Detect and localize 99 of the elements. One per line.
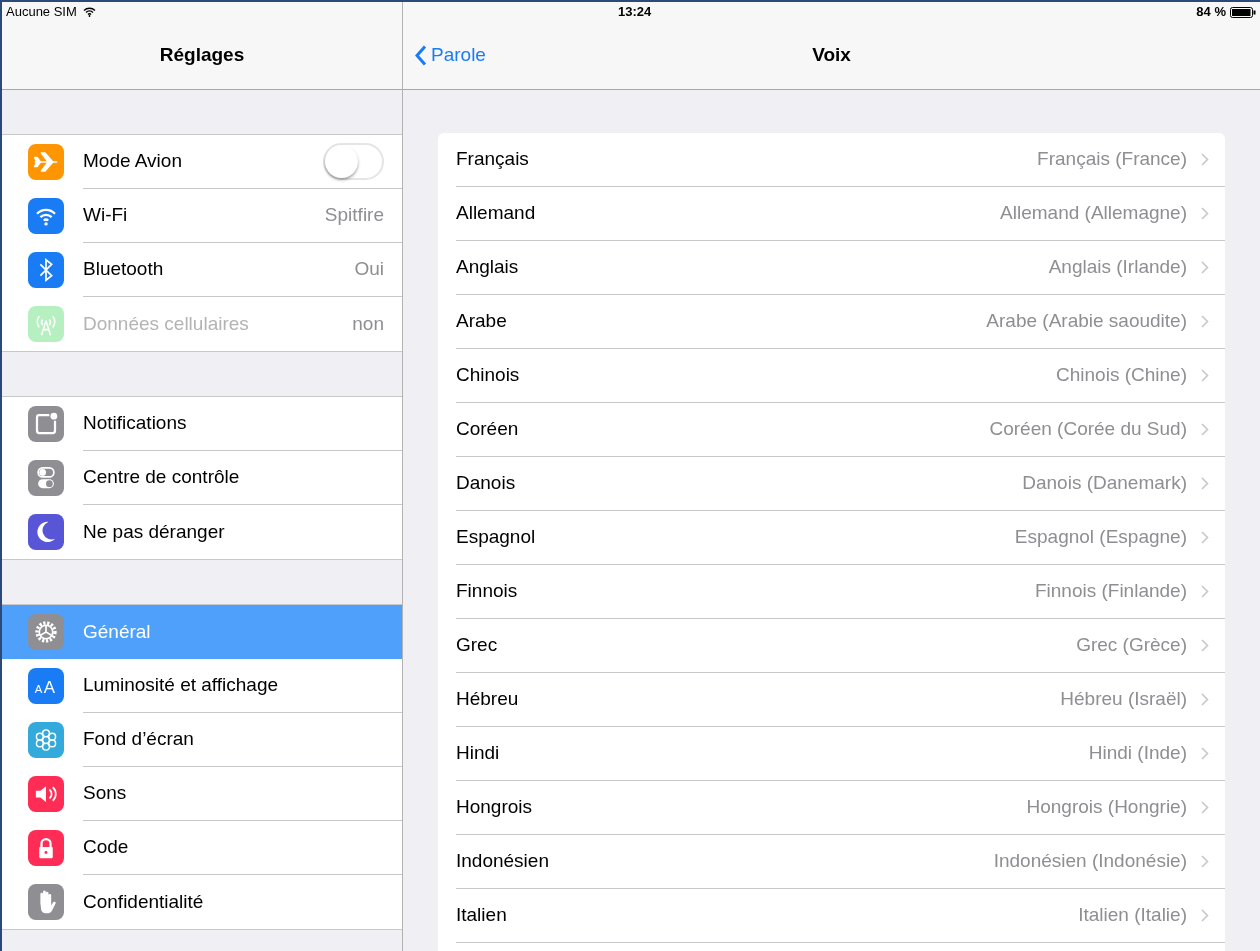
language-label: Coréen bbox=[456, 417, 520, 442]
item-label: Confidentialité bbox=[83, 889, 205, 914]
carrier-label: Aucune SIM bbox=[6, 3, 77, 22]
chevron-left-icon bbox=[415, 45, 427, 66]
voice-row[interactable]: Finnois Finnois (Finlande) bbox=[456, 565, 1225, 619]
chevron-right-icon bbox=[1201, 693, 1209, 706]
language-label: Espagnol bbox=[456, 525, 537, 550]
language-label: Chinois bbox=[456, 363, 521, 388]
language-label: Hongrois bbox=[456, 795, 534, 820]
chevron-right-icon bbox=[1201, 369, 1209, 382]
voice-row[interactable]: Hindi Hindi (Inde) bbox=[456, 727, 1225, 781]
item-label: Wi-Fi bbox=[83, 203, 129, 228]
moon-icon bbox=[28, 514, 64, 550]
item-value: non bbox=[352, 311, 384, 336]
voice-row[interactable]: Hongrois Hongrois (Hongrie) bbox=[456, 781, 1225, 835]
battery-icon bbox=[1230, 6, 1256, 18]
voice-value: Allemand (Allemagne) bbox=[1000, 201, 1187, 226]
voice-row[interactable]: Hébreu Hébreu (Israël) bbox=[456, 673, 1225, 727]
voice-row[interactable]: Allemand Allemand (Allemagne) bbox=[456, 187, 1225, 241]
item-label: Luminosité et affichage bbox=[83, 673, 280, 698]
sidebar-title: Réglages bbox=[159, 43, 245, 68]
language-label: Anglais bbox=[456, 255, 520, 280]
bluetooth-icon bbox=[28, 252, 64, 288]
voice-value: Arabe (Arabie saoudite) bbox=[986, 309, 1187, 334]
gear-icon bbox=[28, 614, 64, 650]
item-label: Centre de contrôle bbox=[83, 465, 241, 490]
chevron-right-icon bbox=[1201, 909, 1209, 922]
voice-value: Hongrois (Hongrie) bbox=[1026, 795, 1187, 820]
voice-row[interactable]: Grec Grec (Grèce) bbox=[456, 619, 1225, 673]
voice-value: Hébreu (Israël) bbox=[1060, 687, 1187, 712]
voice-value: Grec (Grèce) bbox=[1076, 633, 1187, 658]
item-label: Général bbox=[83, 619, 152, 644]
status-time: 13:24 bbox=[618, 3, 652, 22]
item-value: Oui bbox=[354, 257, 384, 282]
language-label: Danois bbox=[456, 471, 517, 496]
item-label: Mode Avion bbox=[83, 149, 183, 174]
switches-icon bbox=[28, 460, 64, 496]
back-button[interactable]: Parole bbox=[415, 41, 486, 70]
voice-row[interactable]: Chinois Chinois (Chine) bbox=[456, 349, 1225, 403]
notifications-icon bbox=[28, 406, 64, 442]
chevron-right-icon bbox=[1201, 261, 1209, 274]
flower-icon bbox=[28, 722, 64, 758]
chevron-right-icon bbox=[1201, 639, 1209, 652]
voice-value: Français (France) bbox=[1037, 147, 1187, 172]
item-label: Notifications bbox=[83, 411, 188, 436]
language-label: Italien bbox=[456, 903, 508, 928]
item-label: Bluetooth bbox=[83, 257, 165, 282]
item-label: Code bbox=[83, 835, 130, 860]
chevron-right-icon bbox=[1201, 315, 1209, 328]
language-label: Finnois bbox=[456, 579, 519, 604]
voice-row[interactable]: Arabe Arabe (Arabie saoudite) bbox=[456, 295, 1225, 349]
chevron-right-icon bbox=[1201, 477, 1209, 490]
voice-value: Finnois (Finlande) bbox=[1034, 579, 1187, 604]
voice-value: Hindi (Inde) bbox=[1088, 741, 1187, 766]
chevron-right-icon bbox=[1201, 855, 1209, 868]
voice-row[interactable]: Anglais Anglais (Irlande) bbox=[456, 241, 1225, 295]
text-size-icon: AA bbox=[28, 668, 64, 704]
lock-icon bbox=[28, 830, 64, 866]
item-label: Ne pas déranger bbox=[83, 519, 226, 544]
voice-row[interactable]: Français Français (France) bbox=[456, 133, 1225, 187]
voice-row[interactable]: Espagnol Espagnol (Espagne) bbox=[456, 511, 1225, 565]
language-label: Allemand bbox=[456, 201, 537, 226]
chevron-right-icon bbox=[1201, 747, 1209, 760]
speaker-icon bbox=[28, 776, 64, 812]
wifi-icon bbox=[28, 198, 64, 234]
item-label: Données cellulaires bbox=[83, 311, 250, 336]
language-label: Arabe bbox=[456, 309, 508, 334]
voice-row[interactable]: Italien Italien (Italie) bbox=[456, 889, 1225, 943]
voice-value: Indonésien (Indonésie) bbox=[993, 849, 1187, 874]
hand-icon bbox=[28, 884, 64, 920]
voice-value: Espagnol (Espagne) bbox=[1014, 525, 1187, 550]
item-value: Spitfire bbox=[324, 203, 384, 228]
voice-value: Danois (Danemark) bbox=[1022, 471, 1187, 496]
language-label: Français bbox=[456, 147, 530, 172]
voice-value: Anglais (Irlande) bbox=[1048, 255, 1187, 280]
toggle-switch[interactable] bbox=[323, 143, 384, 180]
voice-value: Chinois (Chine) bbox=[1056, 363, 1187, 388]
chevron-right-icon bbox=[1201, 153, 1209, 166]
language-label: Hindi bbox=[456, 741, 501, 766]
language-label: Indonésien bbox=[456, 849, 550, 874]
airplane-icon bbox=[28, 144, 64, 180]
voice-value: Italien (Italie) bbox=[1078, 903, 1187, 928]
chevron-right-icon bbox=[1201, 531, 1209, 544]
voice-row[interactable]: Indonésien Indonésien (Indonésie) bbox=[456, 835, 1225, 889]
voice-value: Coréen (Corée du Sud) bbox=[989, 417, 1187, 442]
chevron-right-icon bbox=[1201, 207, 1209, 220]
wifi-icon bbox=[82, 7, 96, 17]
item-label: Fond d’écran bbox=[83, 727, 195, 752]
chevron-right-icon bbox=[1201, 801, 1209, 814]
battery-percent: 84 % bbox=[1196, 3, 1226, 22]
antenna-icon bbox=[28, 306, 64, 342]
voice-row[interactable]: Coréen Coréen (Corée du Sud) bbox=[456, 403, 1225, 457]
language-label: Grec bbox=[456, 633, 499, 658]
language-label: Hébreu bbox=[456, 687, 520, 712]
page-title: Voix bbox=[812, 43, 851, 68]
chevron-right-icon bbox=[1201, 423, 1209, 436]
chevron-right-icon bbox=[1201, 585, 1209, 598]
item-label: Sons bbox=[83, 781, 128, 806]
voice-row[interactable]: Danois Danois (Danemark) bbox=[456, 457, 1225, 511]
